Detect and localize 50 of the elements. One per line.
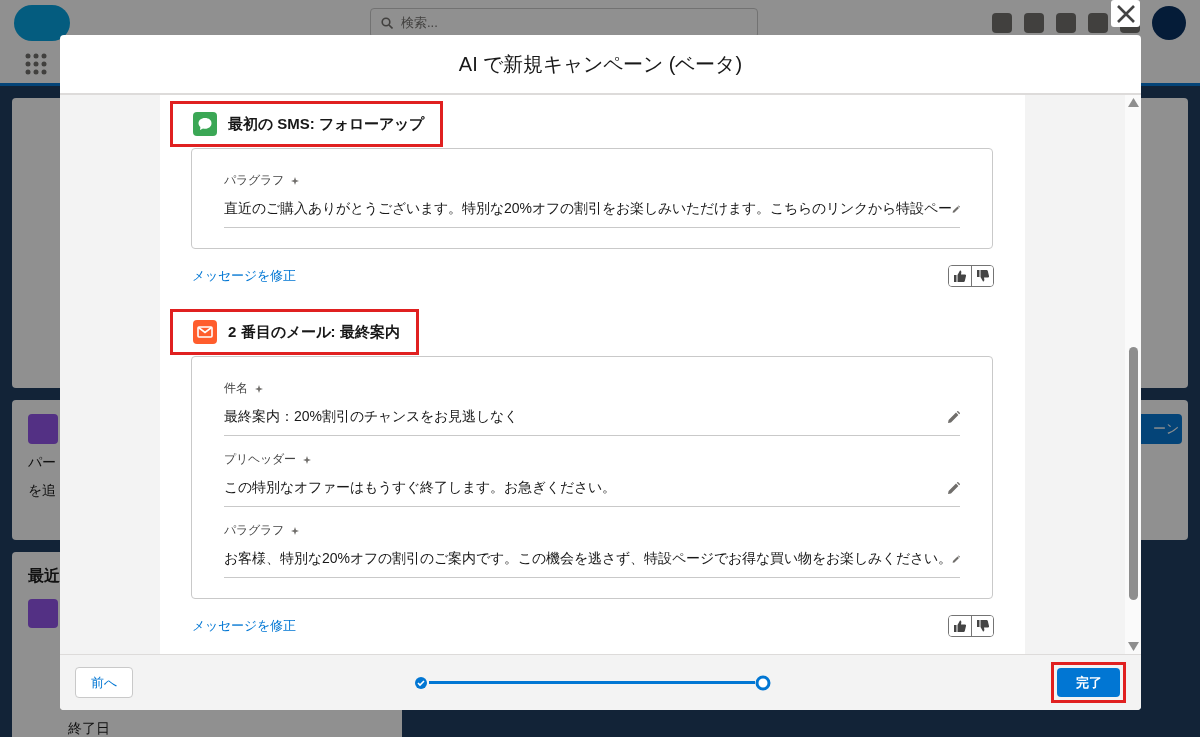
sparkle-icon (291, 176, 299, 185)
close-button[interactable] (1111, 0, 1140, 27)
card-text: を追 (28, 482, 56, 500)
scrollbar[interactable] (1125, 95, 1141, 654)
toolbar-icon[interactable] (1088, 12, 1108, 33)
toolbar-icon[interactable] (1056, 12, 1076, 33)
avatar-icon[interactable] (1152, 5, 1186, 40)
sparkle-icon (255, 384, 263, 393)
revise-message-link[interactable]: メッセージを修正 (192, 267, 296, 285)
sparkle-icon (303, 455, 311, 464)
search-icon (381, 16, 393, 29)
field-label: パラグラフ (224, 522, 284, 539)
cloud-logo[interactable] (14, 4, 70, 41)
calendar-icon (28, 414, 58, 444)
sms-chat-icon (193, 112, 217, 136)
field-label: プリヘッダー (224, 451, 296, 468)
thumbs-down-button[interactable] (971, 616, 993, 636)
field-value: この特別なオファーはもうすぐ終了します。お急ぎください。 (224, 479, 616, 497)
toolbar-icon[interactable] (992, 12, 1012, 33)
field-value: 最終案内：20%割引のチャンスをお見逃しなく (224, 408, 519, 426)
pencil-icon[interactable] (947, 481, 960, 495)
envelope-icon (193, 320, 217, 344)
section-heading: 最初の SMS: フォローアップ (228, 114, 424, 134)
revise-message-link[interactable]: メッセージを修正 (192, 617, 296, 635)
thumbs-down-icon (976, 620, 989, 632)
modal-title: AI で新規キャンペーン (ベータ) (458, 51, 743, 77)
sparkle-icon (291, 526, 299, 535)
thumbs-down-button[interactable] (971, 266, 993, 286)
toolbar-icon[interactable] (1024, 12, 1044, 33)
field-label: 終了日 (68, 720, 110, 737)
step-ring-icon[interactable] (755, 674, 771, 691)
thumbs-up-icon (954, 620, 966, 632)
section-heading: 2 番目のメール: 最終案内 (228, 322, 400, 342)
pencil-icon[interactable] (947, 410, 960, 424)
close-icon (1115, 3, 1136, 24)
back-button[interactable]: 前へ (75, 667, 133, 698)
card-heading: 最近 (28, 566, 61, 586)
scroll-up-icon[interactable] (1127, 98, 1139, 107)
card-text: パー (28, 454, 56, 472)
target-icon (28, 599, 58, 628)
thumbs-down-icon (976, 270, 989, 282)
thumbs-up-icon (954, 270, 966, 282)
step-check-icon[interactable] (413, 674, 429, 691)
field-value: お客様、特別な20%オフの割引のご案内です。この機会を逃さず、特設ページでお得な買い物をお楽しみください。 (224, 550, 953, 568)
app-launcher-icon[interactable] (25, 53, 47, 75)
field-label: パラグラフ (224, 172, 284, 189)
field-label: 件名 (224, 380, 248, 397)
field-value: 直近のご購入ありがとうございます。特別な20%オフの割引をお楽しみいただけます。こちらのリンクから特設ペー (224, 200, 953, 218)
finish-button[interactable]: 完了 (1057, 668, 1120, 697)
scroll-down-icon[interactable] (1127, 642, 1139, 651)
